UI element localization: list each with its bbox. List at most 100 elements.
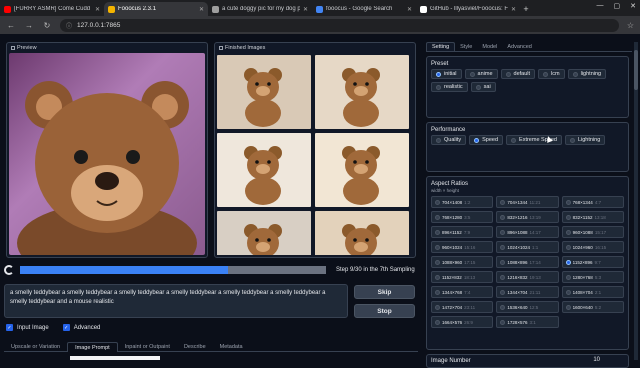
forward-icon[interactable]: → <box>24 21 34 30</box>
settings-tab[interactable]: Setting <box>426 42 456 51</box>
aspect-ratio-option[interactable]: 1664×576 26:9 <box>431 316 494 328</box>
bottom-tab[interactable]: Upscale or Variation <box>4 342 67 352</box>
image-gallery <box>217 55 409 255</box>
aspect-ratio-option[interactable]: 896×1152 7:9 <box>431 226 494 238</box>
bottom-tab[interactable]: Inpaint or Outpaint <box>118 342 177 352</box>
aspect-ratio-text: 17:15 <box>464 259 476 265</box>
reload-icon[interactable]: ↻ <box>42 21 52 30</box>
close-tab-icon[interactable]: ✕ <box>407 6 412 13</box>
aspect-size: 1664×576 <box>442 319 463 325</box>
radio-option[interactable]: realistic <box>431 82 468 92</box>
image-number-value[interactable]: 10 <box>593 357 600 363</box>
stop-button[interactable]: Stop <box>354 304 415 318</box>
back-icon[interactable]: ← <box>6 21 16 30</box>
aspect-ratio-option[interactable]: 1024×960 16:15 <box>561 241 624 253</box>
aspect-ratio-option[interactable]: 704×1408 1:2 <box>431 196 494 208</box>
bottom-tab[interactable]: Metadata <box>213 342 250 352</box>
bottom-tab[interactable]: Image Prompt <box>67 342 118 352</box>
minimize-icon[interactable]: — <box>597 2 604 10</box>
new-tab-icon[interactable]: + <box>520 2 532 16</box>
browser-tab[interactable]: [FURRY ASMR] Come Cudd ✕ <box>0 2 104 16</box>
gallery-thumbnail[interactable] <box>217 55 311 129</box>
aspect-ratio-option[interactable]: 704×1344 11:21 <box>496 196 559 208</box>
close-tab-icon[interactable]: ✕ <box>95 6 100 13</box>
info-icon[interactable]: ⓘ <box>66 21 72 30</box>
close-tab-icon[interactable]: ✕ <box>199 6 204 13</box>
browser-tab[interactable]: Fooocus 2.3.1 ✕ <box>104 2 208 16</box>
aspect-ratio-option[interactable]: 1152×832 18:13 <box>431 271 494 283</box>
aspect-size: 896×1088 <box>507 229 528 235</box>
page-scrollbar[interactable] <box>634 42 638 360</box>
image-number-label: Image Number <box>431 358 471 364</box>
gallery-thumbnail[interactable] <box>217 211 311 255</box>
input-image-label: Input Image <box>17 324 49 331</box>
aspect-ratio-option[interactable]: 960×1088 15:17 <box>561 226 624 238</box>
settings-tab[interactable]: Model <box>477 42 502 51</box>
finished-label-text: Finished Images <box>225 45 266 51</box>
maximize-icon[interactable]: ▢ <box>614 2 621 10</box>
radio-option[interactable]: Lightning <box>564 135 606 145</box>
aspect-ratio-option[interactable]: 768×1344 4:7 <box>561 196 624 208</box>
aspect-ratio-option[interactable]: 1088×960 17:15 <box>431 256 494 268</box>
aspect-ratio-text: 3:1 <box>529 319 536 325</box>
aspect-ratio-option[interactable]: 1728×576 3:1 <box>496 316 559 328</box>
aspect-ratio-option[interactable]: 1536×640 12:5 <box>496 301 559 313</box>
radio-option[interactable]: sai <box>470 82 496 92</box>
close-window-icon[interactable]: ✕ <box>630 2 636 10</box>
close-tab-icon[interactable]: ✕ <box>303 6 308 13</box>
radio-option[interactable]: lightning <box>567 69 607 79</box>
aspect-ratio-text: 15:17 <box>594 229 607 235</box>
aspect-ratio-option[interactable]: 1152×896 9:7 <box>561 256 624 268</box>
gallery-thumbnail[interactable] <box>315 55 409 129</box>
close-tab-icon[interactable]: ✕ <box>511 6 516 13</box>
prompt-textarea[interactable]: a smelly teddybear a smelly teddybear a … <box>4 284 348 318</box>
aspect-size: 960×1088 <box>572 229 593 235</box>
bottom-tab[interactable]: Describe <box>177 342 213 352</box>
input-image-checkbox[interactable]: ✓ Input Image <box>6 324 49 331</box>
radio-option[interactable]: Speed <box>469 135 504 145</box>
bookmark-star-icon[interactable]: ☆ <box>627 21 634 30</box>
aspect-ratio-option[interactable]: 768×1280 3:5 <box>431 211 494 223</box>
advanced-label: Advanced <box>73 324 101 331</box>
aspect-ratio-option[interactable]: 1344×704 21:11 <box>496 286 559 298</box>
gallery-thumbnail[interactable] <box>315 133 409 207</box>
scrollbar-thumb[interactable] <box>634 50 638 90</box>
settings-tab[interactable]: Style <box>455 42 477 51</box>
radio-option[interactable]: initial <box>431 69 462 79</box>
aspect-ratio-text: 2:1 <box>594 289 602 295</box>
browser-tab[interactable]: fooocus - Google Search ✕ <box>312 2 416 16</box>
radio-icon <box>435 259 440 265</box>
radio-option[interactable]: anime <box>464 69 498 79</box>
skip-button[interactable]: Skip <box>354 285 415 299</box>
radio-icon <box>435 304 440 310</box>
gallery-thumbnail[interactable] <box>217 133 311 207</box>
browser-tab[interactable]: a cute doggy pic for my dog p ✕ <box>208 2 312 16</box>
gallery-thumbnail[interactable] <box>315 211 409 255</box>
radio-option[interactable]: Quality <box>431 135 467 145</box>
url-field[interactable]: ⓘ 127.0.0.1:7865 <box>60 18 619 32</box>
favicon-icon <box>4 5 11 13</box>
radio-icon <box>436 137 441 143</box>
aspect-ratio-option[interactable]: 1216×832 19:13 <box>496 271 559 283</box>
aspect-ratio-option[interactable]: 1280×768 5:3 <box>561 271 624 283</box>
radio-icon <box>435 214 440 220</box>
radio-option[interactable]: lcm <box>538 69 565 79</box>
radio-option[interactable]: default <box>500 69 536 79</box>
image-prompt-dropzone[interactable] <box>70 356 160 360</box>
aspect-ratio-option[interactable]: 832×1152 13:18 <box>561 211 624 223</box>
aspect-ratio-option[interactable]: 1472×704 23:11 <box>431 301 494 313</box>
aspect-ratio-option[interactable]: 960×1024 15:16 <box>431 241 494 253</box>
advanced-checkbox[interactable]: ✓ Advanced <box>62 324 101 331</box>
radio-option[interactable]: Extreme Speed <box>506 135 562 145</box>
aspect-ratio-option[interactable]: 1024×1024 1:1 <box>496 241 559 253</box>
browser-tab[interactable]: GitHub - lllyasviel/Fooocus: Fo ✕ <box>416 2 520 16</box>
radio-icon <box>474 137 480 143</box>
aspect-ratio-option[interactable]: 896×1088 14:17 <box>496 226 559 238</box>
settings-tab[interactable]: Advanced <box>502 42 536 51</box>
radio-icon <box>565 229 571 235</box>
aspect-ratio-option[interactable]: 1600×640 5:2 <box>561 301 624 313</box>
aspect-ratio-option[interactable]: 1088×896 17:14 <box>496 256 559 268</box>
aspect-ratio-option[interactable]: 1344×768 7:4 <box>431 286 494 298</box>
aspect-ratio-option[interactable]: 1408×704 2:1 <box>561 286 624 298</box>
aspect-ratio-option[interactable]: 832×1216 13:19 <box>496 211 559 223</box>
